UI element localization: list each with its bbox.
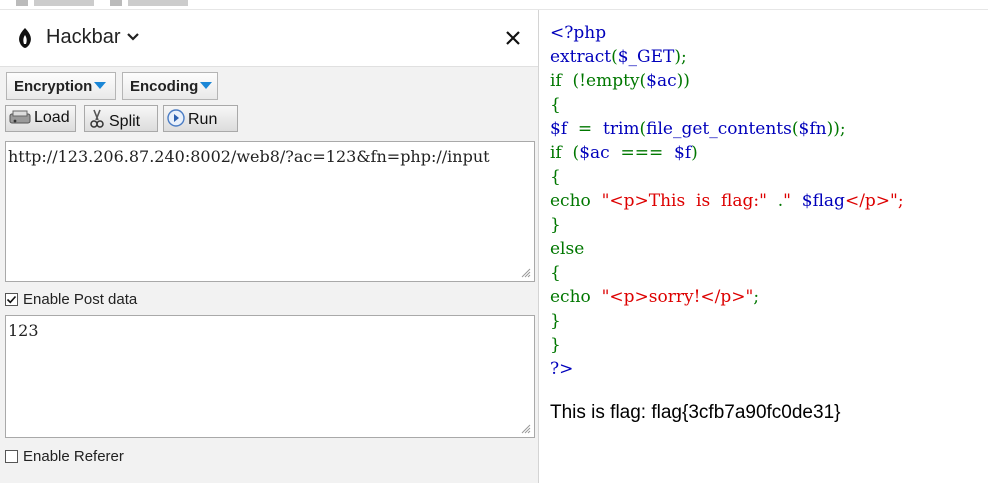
source-line: { [550,165,904,189]
source-token: $f [550,119,578,139]
checkmark-icon [6,295,17,304]
flag-output: This is flag: flag{3cfb7a90fc0de31} [550,402,841,423]
source-token: "<p>This is flag:" [601,191,778,211]
source-line: } [550,309,904,333]
source-token: (! [572,71,587,91]
hackbar-panel: Hackbar Encryption Encoding Load Split R… [0,10,539,483]
source-line: } [550,213,904,237]
source-line: echo "<p>This is flag:" ." $flag</p>"; [550,189,904,213]
hackbar-header: Hackbar [0,10,538,67]
resize-grip-icon[interactable] [521,268,531,278]
source-token: </p>"; [844,191,904,211]
source-token: ?> [550,359,574,379]
referer-checkbox[interactable] [5,450,18,463]
source-token: ( [791,119,799,139]
source-token: "<p>sorry!</p>" [601,287,754,307]
source-token: $f [674,143,692,163]
source-token: echo [550,287,602,307]
post-data-value: 123 [8,321,39,340]
referer-checkbox-label: Enable Referer [23,448,124,465]
enable-post-row[interactable]: Enable Post data [5,291,137,308]
source-token: " [783,191,802,211]
run-button[interactable]: Run [163,105,238,132]
encryption-label: Encryption [14,78,93,95]
source-token: else [550,239,585,259]
source-token: ; [753,287,760,307]
resize-grip-icon[interactable] [521,424,531,434]
browser-toolbar-strip [0,0,988,10]
chevron-down-icon[interactable] [126,31,140,43]
hackbar-title[interactable]: Hackbar [46,26,120,49]
source-line: { [550,261,904,285]
source-token: = [577,119,603,139]
close-icon[interactable] [502,27,524,49]
source-line: echo "<p>sorry!</p>"; [550,285,904,309]
source-token: $ac [579,143,621,163]
source-token: $_GET [617,47,675,67]
source-token: { [550,263,561,283]
split-button[interactable]: Split [84,105,158,132]
source-token: $ac [646,71,677,91]
source-token: { [550,167,561,187]
source-token: )) [676,71,690,91]
scissors-icon [90,109,104,128]
source-token: trim [602,119,640,139]
source-token: $flag [801,191,845,211]
source-token: ) [691,143,698,163]
source-line: ?> [550,357,904,381]
load-label: Load [34,109,70,126]
source-token: ); [674,47,687,67]
source-line: if (!empty($ac)) [550,69,904,93]
source-token: empty [586,71,640,91]
source-line: <?php [550,21,904,45]
source-line: if ($ac === $f) [550,141,904,165]
post-checkbox-label: Enable Post data [23,291,138,308]
enable-referer-row[interactable]: Enable Referer [5,448,124,465]
post-checkbox[interactable] [5,293,18,306]
dropdown-arrow-icon [200,82,213,89]
encryption-dropdown[interactable]: Encryption [6,72,116,100]
source-token: file_get_contents [646,119,792,139]
source-token: ( [611,47,618,67]
source-token: } [550,311,561,331]
source-line: $f = trim(file_get_contents($fn)); [550,117,904,141]
source-token: if [550,71,573,91]
source-line: extract($_GET); [550,45,904,69]
dropdown-arrow-icon [94,82,107,89]
source-token: } [550,335,561,355]
play-icon [167,109,185,127]
encoding-label: Encoding [130,78,199,95]
source-token: if [550,143,573,163]
source-token: { [550,95,561,115]
source-line: else [550,237,904,261]
post-data-input[interactable]: 123 [5,315,535,438]
source-line: { [550,93,904,117]
run-label: Run [188,111,218,128]
source-token: extract [550,47,612,67]
split-label: Split [109,113,141,130]
hackbar-logo-icon [19,28,31,48]
url-value: http://123.206.87.240:8002/web8/?ac=123&… [8,147,490,166]
source-token: $fn [798,119,827,139]
source-token: <?php [550,23,607,43]
source-token: === [620,143,675,163]
url-input[interactable]: http://123.206.87.240:8002/web8/?ac=123&… [5,141,535,282]
load-icon [9,110,31,124]
source-token: echo [550,191,602,211]
php-source-code: <?php extract($_GET); if (!empty($ac)){$f … [550,21,904,381]
encoding-dropdown[interactable]: Encoding [122,72,218,100]
source-token: } [550,215,561,235]
load-button[interactable]: Load [5,105,76,132]
source-line: } [550,333,904,357]
source-token: )); [826,119,846,139]
